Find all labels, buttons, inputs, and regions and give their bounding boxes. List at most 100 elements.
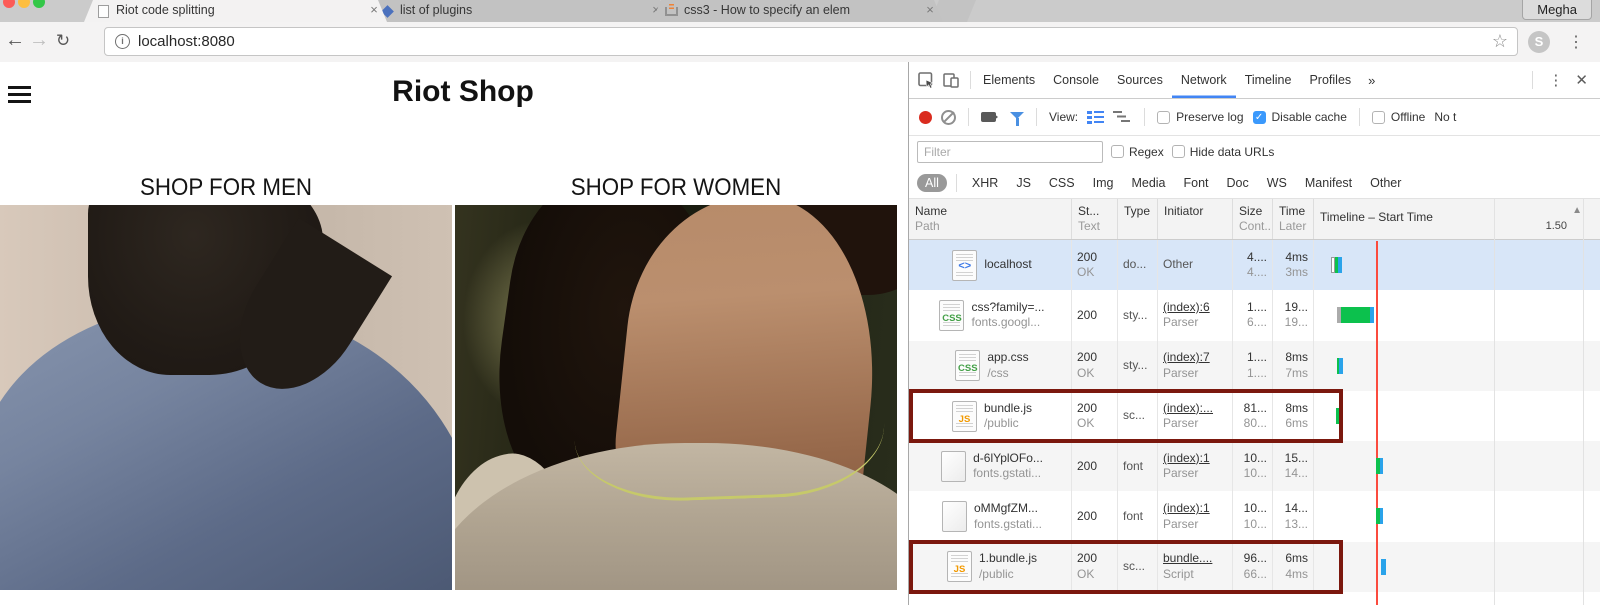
devtools-tab-elements[interactable]: Elements <box>974 62 1044 98</box>
devtools-tab-sources[interactable]: Sources <box>1108 62 1172 98</box>
devtools-tab-network[interactable]: Network <box>1172 62 1236 98</box>
offline-checkbox[interactable] <box>1371 110 1385 124</box>
men-category-image[interactable] <box>0 205 452 590</box>
time-cell: 19... 19... <box>1273 290 1314 341</box>
devtools-close-icon[interactable]: ✕ <box>1575 71 1588 89</box>
minimize-window-button[interactable] <box>18 0 30 8</box>
file-icon <box>941 450 967 482</box>
file-icon-label: CSS <box>942 312 962 324</box>
back-icon[interactable]: ← <box>4 29 26 52</box>
initiator-link[interactable]: (index):6 <box>1163 300 1227 316</box>
filmstrip-camera-icon[interactable] <box>981 112 998 122</box>
hide-data-urls-checkbox[interactable] <box>1171 145 1185 158</box>
filter-input[interactable] <box>917 140 1103 163</box>
devtools-tab-timeline[interactable]: Timeline <box>1236 62 1301 98</box>
initiator-detail: Parser <box>1163 365 1199 380</box>
browser-tab-1[interactable]: Riot code splitting × <box>84 0 387 22</box>
request-name-text: app.css/css <box>987 350 1028 381</box>
new-tab-button[interactable] <box>930 0 976 22</box>
disable-cache-label[interactable]: Disable cache <box>1272 110 1347 124</box>
reload-icon[interactable]: ↻ <box>52 31 74 51</box>
initiator-link[interactable]: (index):1 <box>1163 501 1227 517</box>
initiator-link[interactable]: (index):... <box>1163 401 1227 417</box>
page-info-icon[interactable]: i <box>115 34 130 49</box>
regex-checkbox[interactable] <box>1111 145 1124 158</box>
devtools-menu-icon[interactable]: ⋮ <box>1548 71 1563 89</box>
preserve-log-label[interactable]: Preserve log <box>1176 110 1243 124</box>
network-request-row[interactable]: JS 1.bundle.js/public 200 OK sc... bundle....… <box>909 541 1600 593</box>
initiator-link[interactable]: bundle.... <box>1163 551 1227 567</box>
shop-for-men-heading[interactable]: SHOP FOR MEN <box>16 174 436 202</box>
waterfall-bar <box>1381 558 1386 575</box>
column-header-name[interactable]: Name Path <box>909 199 1072 239</box>
shop-for-women-heading[interactable]: SHOP FOR WOMEN <box>470 174 881 202</box>
devtools-tab-profiles[interactable]: Profiles <box>1300 62 1360 98</box>
tab-close-icon[interactable]: × <box>367 2 381 20</box>
separator <box>968 108 969 126</box>
preserve-log-checkbox[interactable] <box>1157 110 1171 124</box>
record-button[interactable] <box>919 110 932 124</box>
throttling-label[interactable]: No t <box>1434 110 1456 124</box>
filter-type-other[interactable]: Other <box>1364 174 1407 192</box>
request-name-text: localhost <box>984 257 1031 273</box>
column-header-st[interactable]: St... Text <box>1072 199 1118 239</box>
request-name-cell: oMMgfZM... fonts.gstati... <box>909 491 1072 542</box>
network-request-row[interactable]: oMMgfZM... fonts.gstati... 200 font (index):… <box>909 491 1600 542</box>
initiator-cell: (index):7 Parser <box>1158 340 1233 391</box>
network-request-row[interactable]: d-6lYplOFo... fonts.gstati... 200 font (inde… <box>909 441 1600 492</box>
browser-tab-2[interactable]: list of plugins × <box>368 0 669 22</box>
filter-type-ws[interactable]: WS <box>1261 174 1293 192</box>
filter-type-font[interactable]: Font <box>1178 174 1215 192</box>
status-cell: 200 OK <box>1072 240 1118 291</box>
filter-type-js[interactable]: JS <box>1010 174 1037 192</box>
use-large-rows-icon[interactable] <box>1087 110 1105 124</box>
network-request-row[interactable]: JS bundle.js/public 200 OK sc... (index):... P… <box>909 390 1600 442</box>
devtools-tab-console[interactable]: Console <box>1044 62 1108 98</box>
column-header-type[interactable]: Type <box>1118 199 1158 239</box>
waterfall-segment-blue <box>1339 357 1343 374</box>
hide-data-urls-label[interactable]: Hide data URLs <box>1190 145 1275 159</box>
bookmark-star-icon[interactable]: ☆ <box>1492 31 1508 52</box>
filter-type-xhr[interactable]: XHR <box>966 174 1004 192</box>
column-header-size[interactable]: Size Cont... <box>1233 199 1273 239</box>
filter-funnel-icon[interactable] <box>1010 111 1024 126</box>
filter-type-doc[interactable]: Doc <box>1221 174 1255 192</box>
clear-icon[interactable] <box>941 109 956 125</box>
initiator-link[interactable]: (index):1 <box>1163 451 1227 467</box>
address-bar[interactable]: i localhost:8080 ☆ <box>104 27 1518 56</box>
filter-type-manifest[interactable]: Manifest <box>1299 174 1358 192</box>
regex-label[interactable]: Regex <box>1129 145 1164 159</box>
status-code: 200 <box>1077 458 1098 473</box>
browser-menu-icon[interactable]: ⋮ <box>1568 32 1584 52</box>
filter-type-css[interactable]: CSS <box>1043 174 1081 192</box>
request-name: oMMgfZM... <box>973 501 1038 516</box>
network-request-row[interactable]: CSS app.css/css 200 OK sty... (index):7 Parser… <box>909 340 1600 391</box>
filter-type-img[interactable]: Img <box>1087 174 1120 192</box>
inspect-element-icon[interactable] <box>918 71 935 89</box>
network-request-row[interactable]: <> localhost 200 OK do... Other 4.... 4.... 4ms 3… <box>909 240 1600 291</box>
forward-icon[interactable]: → <box>28 29 50 52</box>
women-category-image[interactable] <box>455 205 897 590</box>
device-toolbar-icon[interactable] <box>943 72 959 88</box>
disable-cache-checkbox[interactable]: ✓ <box>1252 110 1266 124</box>
filter-type-all[interactable]: All <box>917 173 947 192</box>
zoom-window-button[interactable] <box>33 0 45 8</box>
waterfall-bar <box>1337 357 1343 374</box>
filter-type-media[interactable]: Media <box>1125 174 1171 192</box>
initiator-link[interactable]: (index):7 <box>1163 350 1227 366</box>
more-tabs-icon[interactable]: » <box>1360 73 1383 88</box>
network-request-row[interactable]: CSS css?family=... fonts.googl... 200 sty...… <box>909 290 1600 341</box>
column-header-initiator[interactable]: Initiator <box>1158 199 1233 239</box>
browser-tab-3[interactable]: css3 - How to specify an elem × <box>652 0 943 22</box>
column-header-timelinestarttime[interactable]: Timeline – Start Time 1.50 ▲ <box>1314 199 1600 239</box>
close-window-button[interactable] <box>3 0 15 8</box>
profile-button[interactable]: Megha <box>1522 0 1592 20</box>
url-text[interactable]: localhost:8080 <box>138 33 235 50</box>
show-overview-icon[interactable] <box>1113 110 1132 124</box>
request-type-filters: All XHR JS CSS Img Media Font Doc WS Manifest Othe… <box>909 167 1600 198</box>
offline-label[interactable]: Offline <box>1391 110 1425 124</box>
timeline-cell <box>1314 542 1600 592</box>
column-header-time[interactable]: Time Later <box>1273 199 1314 239</box>
skype-extension-icon[interactable]: S <box>1528 31 1550 53</box>
status-code: 200 <box>1077 508 1098 523</box>
